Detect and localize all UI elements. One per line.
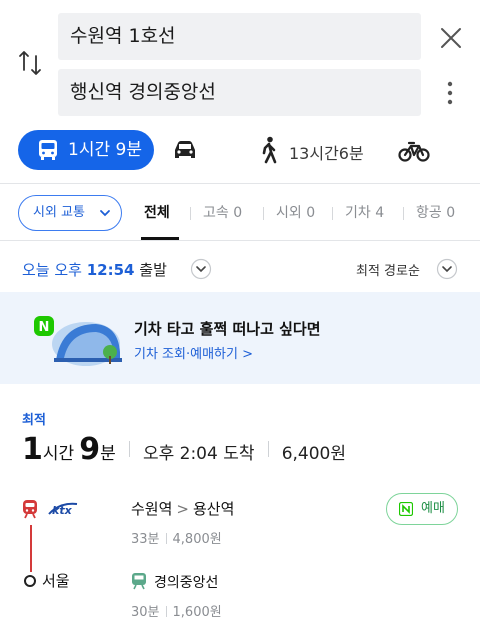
- chevron-down-icon[interactable]: [436, 258, 458, 280]
- tab-separator: [403, 207, 404, 220]
- train-icon: [23, 500, 37, 519]
- transfer-stop-name: 서울: [42, 572, 70, 590]
- divider: [0, 183, 480, 184]
- svg-text:N: N: [39, 320, 50, 335]
- leg-1-route: 수원역 > 용산역: [131, 498, 234, 519]
- tab-flight[interactable]: 항공 0: [416, 202, 455, 222]
- leg-1-meta: 33분 4,800원: [131, 528, 222, 547]
- leg-1-to: 용산역: [192, 500, 235, 518]
- banner-title: 기차 타고 훌쩍 떠나고 싶다면: [134, 320, 321, 338]
- leg-2-meta: 30분 1,600원: [131, 601, 222, 620]
- departure-time-selector[interactable]: 오늘 오후 12:54 출발: [22, 259, 167, 280]
- intercity-filter-button[interactable]: 시외 교통: [18, 195, 122, 231]
- tab-express-bus[interactable]: 고속 0: [203, 202, 242, 222]
- separator: [267, 441, 269, 457]
- banner-link[interactable]: 기차 조회·예매하기 >: [134, 343, 253, 362]
- divider: [0, 240, 480, 241]
- arrival-time: 오후 2:04 도착: [142, 444, 255, 464]
- tab-train[interactable]: 기차 4: [345, 202, 384, 222]
- tab-label: 전체: [144, 205, 170, 221]
- route-summary[interactable]: 1시간 9분 오후 2:04 도착 6,400원: [22, 432, 346, 472]
- minutes-unit: 분: [100, 444, 116, 464]
- chevron-down-icon[interactable]: [190, 258, 212, 280]
- train-station-illustration: N: [34, 316, 122, 366]
- naver-icon: [399, 502, 413, 516]
- departure-time: 12:54: [86, 261, 135, 279]
- tab-intercity-bus[interactable]: 시외 0: [276, 202, 315, 222]
- book-label: 예매: [421, 501, 445, 516]
- leg-1-fare: 4,800원: [172, 532, 222, 547]
- destination-field[interactable]: 행신역 경의중앙선: [58, 69, 421, 116]
- walk-time: 13시간6분: [289, 144, 364, 163]
- tab-label: 기차: [345, 205, 371, 221]
- subway-icon: [132, 573, 146, 590]
- sort-selector[interactable]: 최적 경로순: [356, 260, 420, 279]
- transit-time: 1시간 9분: [68, 140, 142, 160]
- duration-hours: 1: [22, 432, 43, 467]
- walk-icon[interactable]: [259, 136, 279, 164]
- total-fare: 6,400원: [281, 444, 346, 464]
- tab-count: 4: [375, 205, 385, 221]
- svg-text:ktx: ktx: [52, 504, 73, 517]
- more-options-icon[interactable]: [440, 79, 460, 107]
- leg-1-duration: 33분: [131, 532, 160, 547]
- swap-direction-icon[interactable]: [17, 48, 43, 78]
- best-route-badge: 최적: [22, 413, 46, 428]
- close-icon[interactable]: [437, 24, 465, 52]
- bicycle-icon[interactable]: [398, 138, 430, 164]
- leg-2-fare: 1,600원: [172, 605, 222, 620]
- book-button[interactable]: 예매: [386, 493, 458, 525]
- filter-label: 시외 교통: [33, 205, 85, 220]
- train-booking-banner[interactable]: N 기차 타고 훌쩍 떠나고 싶다면 기차 조회·예매하기 >: [0, 292, 480, 384]
- bus-icon: [39, 140, 57, 160]
- tab-count: 0: [306, 205, 316, 221]
- leg-2-duration: 30분: [131, 605, 160, 620]
- tab-separator: [190, 207, 191, 220]
- transfer-stop-marker: [24, 575, 36, 587]
- tab-separator: [263, 207, 264, 220]
- tab-count: 0: [446, 205, 456, 221]
- tab-label: 시외: [276, 205, 302, 221]
- ktx-logo: ktx: [48, 502, 78, 517]
- leg-1-from: 수원역: [131, 500, 173, 518]
- chevron-down-icon: [100, 210, 110, 217]
- departure-prefix: 오늘 오후: [22, 261, 82, 279]
- hours-unit: 시간: [42, 444, 75, 464]
- origin-field[interactable]: 수원역 1호선: [58, 13, 421, 60]
- tab-count: 0: [233, 205, 243, 221]
- duration-minutes: 9: [79, 432, 101, 467]
- chevron-right-icon: >: [176, 500, 189, 518]
- tab-label: 고속: [203, 205, 229, 221]
- separator: [128, 441, 130, 457]
- car-icon[interactable]: [171, 136, 199, 164]
- tab-all[interactable]: 전체: [144, 202, 170, 222]
- route-timeline-line: [30, 525, 32, 572]
- tab-separator: [332, 207, 333, 220]
- departure-suffix: 출발: [139, 261, 167, 279]
- tab-label: 항공: [416, 205, 442, 221]
- transit-mode-button[interactable]: 1시간 9분: [18, 130, 154, 170]
- leg-2-line: 경의중앙선: [154, 575, 219, 591]
